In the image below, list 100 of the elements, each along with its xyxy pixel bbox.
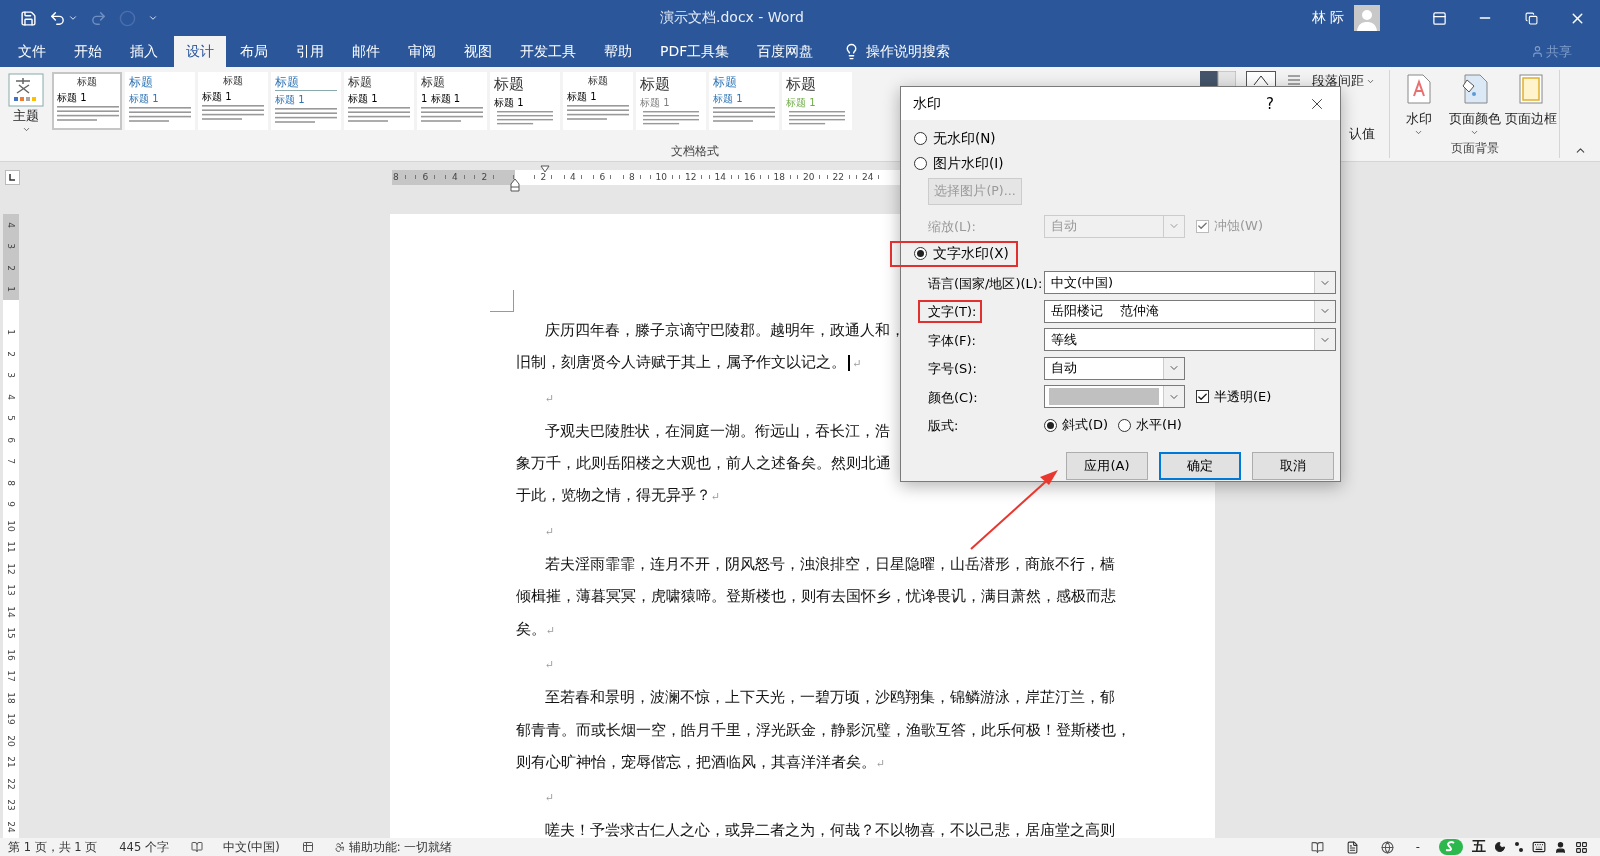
tab-selector-icon[interactable] bbox=[5, 169, 20, 185]
undo-icon[interactable] bbox=[49, 9, 66, 27]
style-set-thumbnail[interactable]: 标题 标题 1 bbox=[563, 72, 633, 130]
ribbon-tab[interactable]: 百度网盘 bbox=[745, 36, 826, 67]
word-count[interactable]: 445 个字 bbox=[119, 839, 169, 855]
half-width-icon[interactable] bbox=[1494, 841, 1506, 853]
dialog-button[interactable]: 取消 bbox=[1252, 451, 1334, 480]
first-line-indent-marker[interactable] bbox=[540, 165, 550, 173]
dropdown-field[interactable]: 等线 bbox=[1044, 328, 1336, 352]
ruler-number: 8 bbox=[628, 172, 635, 182]
color-dropdown[interactable] bbox=[1044, 385, 1185, 409]
dropdown-field[interactable]: 岳阳楼记 范仲淹 bbox=[1044, 299, 1336, 323]
ruler-number: 4 bbox=[451, 172, 458, 182]
ribbon-tab[interactable]: 邮件 bbox=[340, 36, 392, 67]
ruler-number: 8 bbox=[392, 172, 399, 182]
ruler-number: 6 bbox=[6, 436, 16, 443]
style-set-thumbnail[interactable]: 标题 标题 1 bbox=[490, 72, 560, 130]
print-layout-icon[interactable] bbox=[1345, 840, 1359, 854]
user-icon[interactable] bbox=[1554, 840, 1567, 854]
help-button[interactable]: ? bbox=[1246, 94, 1294, 113]
ribbon-tab[interactable]: 布局 bbox=[228, 36, 280, 67]
toolbox-icon[interactable] bbox=[1575, 840, 1588, 854]
ribbon-tab[interactable]: 引用 bbox=[284, 36, 336, 67]
save-icon[interactable] bbox=[20, 9, 37, 27]
style-set-thumbnail[interactable]: 标题 标题 1 bbox=[636, 72, 706, 130]
radio-label[interactable]: 无水印(N) bbox=[933, 129, 996, 148]
style-set-thumbnail[interactable]: 标题 标题 1 bbox=[782, 72, 852, 130]
style-set-thumbnail[interactable]: 标题 标题 1 bbox=[125, 72, 195, 130]
web-layout-icon[interactable] bbox=[1380, 840, 1394, 854]
ruler-number: 22 bbox=[832, 172, 844, 182]
paragraph: 若夫淫雨霏霏，连月不开，阴风怒号，浊浪排空，日星隐曜，山岳潜形，商旅不行，樯 倾楫摧，薄暮冥冥，虎啸猿啼。登斯楼也，则有去国怀乡，忧谗畏讥，满目萧然，感极而悲 矣。↵ bbox=[516, 555, 1116, 639]
radio-label[interactable]: 斜式(D) bbox=[1062, 416, 1109, 435]
ribbon-tab[interactable]: 视图 bbox=[452, 36, 504, 67]
page-count[interactable]: 第 1 页，共 1 页 bbox=[8, 839, 98, 855]
checkbox-label[interactable]: 半透明(E) bbox=[1214, 387, 1272, 406]
set-default-button[interactable]: 认值 bbox=[1349, 125, 1375, 143]
radio-button[interactable] bbox=[914, 157, 927, 170]
ribbon-display-icon[interactable] bbox=[1431, 10, 1447, 26]
dropdown-field[interactable]: 自动 bbox=[1044, 356, 1185, 380]
radio-button[interactable] bbox=[914, 247, 927, 260]
paragraph-spacing-button[interactable]: 段落间距 bbox=[1312, 72, 1364, 90]
ruler-number: 2 bbox=[6, 350, 16, 357]
dropdown-field[interactable]: 中文(中国) bbox=[1044, 271, 1336, 295]
vertical-ruler[interactable]: 4 3 2 1 1 2 3 4 5 6 7 8 9 10 11 12 13 14 15 16 17 18 19 20 21 22 23 24 bbox=[3, 214, 19, 838]
field-label: 字号(S): bbox=[928, 361, 977, 377]
paragraph-mark: ↵ bbox=[544, 656, 555, 673]
page-background-button[interactable]: 页面边框 bbox=[1504, 110, 1557, 128]
ribbon-tab[interactable]: 帮助 bbox=[592, 36, 644, 67]
field-label: 版式: bbox=[928, 418, 959, 434]
page-background-button[interactable]: 页面颜色 bbox=[1448, 110, 1501, 128]
caret-icon[interactable] bbox=[68, 13, 78, 23]
style-set-thumbnail[interactable]: 标题 1 标题 1 bbox=[417, 72, 487, 130]
ruler-number: 13 bbox=[6, 584, 16, 596]
ime-mode[interactable]: 五 bbox=[1472, 838, 1486, 856]
hanging-indent-marker[interactable] bbox=[510, 178, 520, 192]
macro-icon[interactable] bbox=[301, 841, 314, 853]
radio-button[interactable] bbox=[1044, 418, 1057, 432]
ruler-number: 23 bbox=[6, 799, 16, 811]
zoom-out-button[interactable]: - bbox=[1415, 840, 1420, 854]
ruler-number: 21 bbox=[6, 756, 16, 768]
punctuation-icon[interactable] bbox=[1514, 841, 1524, 853]
customize-caret-icon[interactable] bbox=[148, 13, 158, 23]
ribbon-tab[interactable]: 开发工具 bbox=[508, 36, 588, 67]
dialog-button[interactable]: 应用(A) bbox=[1066, 451, 1148, 480]
ruler-number: 12 bbox=[685, 172, 697, 182]
accessibility-status[interactable]: 辅助功能: 一切就绪 bbox=[348, 839, 453, 855]
ribbon-tab[interactable]: 开始 bbox=[62, 36, 114, 67]
ribbon-tab[interactable]: 审阅 bbox=[396, 36, 448, 67]
user-name[interactable]: 林 际 bbox=[1311, 9, 1344, 27]
dialog-title: 水印 bbox=[913, 94, 942, 113]
style-set-thumbnail[interactable]: 标题 标题 1 bbox=[344, 72, 414, 130]
style-set-thumbnail[interactable]: 标题 标题 1 bbox=[198, 72, 268, 130]
ruler-number: 17 bbox=[6, 670, 16, 682]
ruler-number: 3 bbox=[6, 243, 16, 250]
style-set-thumbnail[interactable]: 标题 标题 1 bbox=[271, 72, 341, 130]
restore-icon[interactable] bbox=[1524, 11, 1538, 25]
checkbox[interactable] bbox=[1196, 390, 1209, 404]
page-background-button[interactable]: 水印 bbox=[1405, 110, 1432, 128]
radio-button[interactable] bbox=[1118, 418, 1131, 432]
ribbon-tab[interactable]: 插入 bbox=[118, 36, 170, 67]
text-lines-drawing bbox=[786, 110, 848, 127]
style-set-thumbnail[interactable]: 标题 标题 1 bbox=[52, 72, 122, 130]
ruler-number: 11 bbox=[6, 541, 16, 553]
keyboard-icon[interactable] bbox=[1532, 840, 1546, 854]
ribbon-tab[interactable]: 文件 bbox=[6, 36, 58, 67]
themes-button[interactable]: 主题 bbox=[0, 70, 52, 143]
radio-label[interactable]: 文字水印(X) bbox=[933, 244, 1009, 263]
read-mode-icon[interactable] bbox=[1310, 840, 1324, 854]
tell-me-search[interactable]: 操作说明搜索 bbox=[866, 36, 951, 67]
radio-label[interactable]: 水平(H) bbox=[1136, 416, 1182, 435]
ruler-number: 20 bbox=[6, 735, 16, 747]
ribbon-tab[interactable]: 设计 bbox=[174, 36, 226, 67]
text-lines-drawing bbox=[713, 107, 775, 125]
language-status[interactable]: 中文(中国) bbox=[222, 839, 280, 855]
dialog-button[interactable]: 确定 bbox=[1159, 451, 1241, 480]
highlighted-label: 文字(T): bbox=[918, 300, 983, 324]
ribbon-tab[interactable]: PDF工具集 bbox=[648, 36, 742, 67]
proofing-icon[interactable] bbox=[190, 841, 203, 853]
radio-button[interactable] bbox=[914, 132, 927, 145]
style-set-thumbnail[interactable]: 标题 标题 1 bbox=[709, 72, 779, 130]
